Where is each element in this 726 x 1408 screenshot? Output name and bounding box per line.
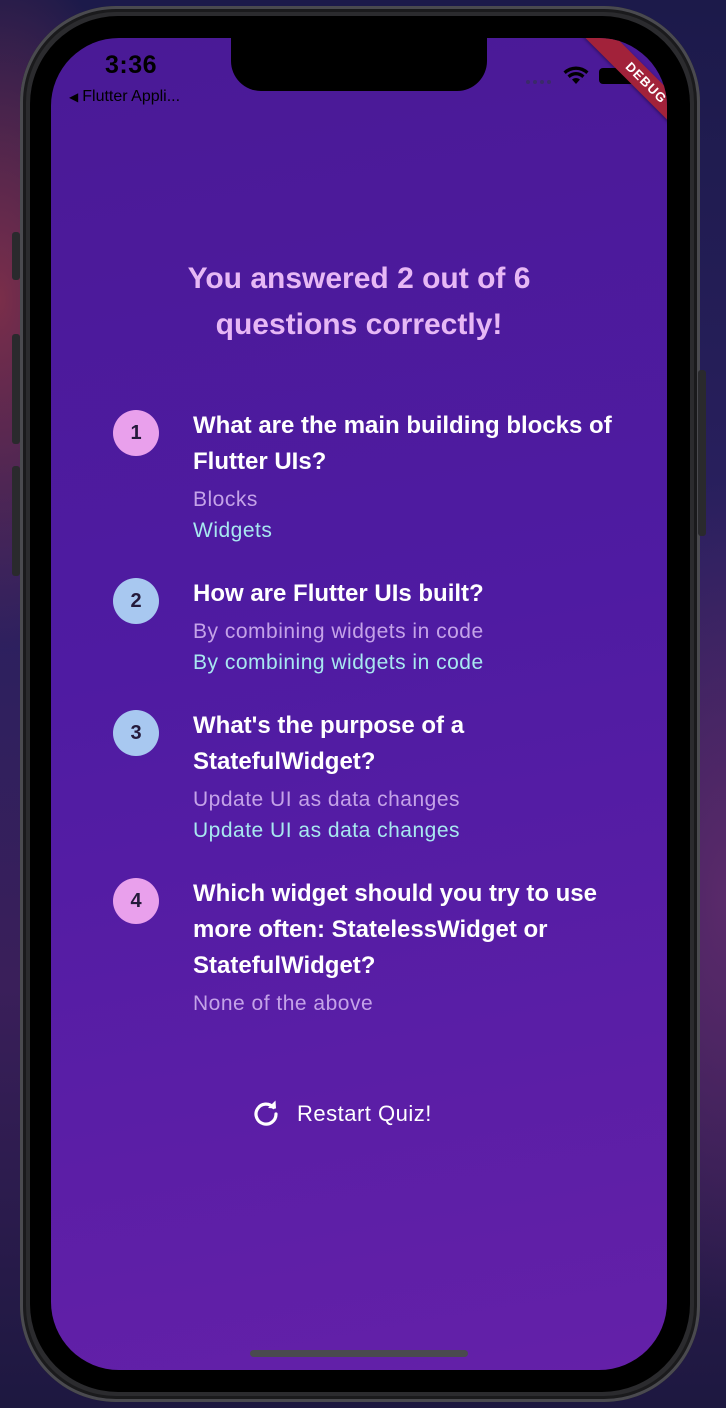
restart-quiz-button[interactable]: Restart Quiz! — [251, 1092, 432, 1136]
user-answer: Update UI as data changes — [193, 788, 461, 811]
action-button — [12, 232, 20, 280]
question-text: How are Flutter UIs built? — [193, 580, 484, 607]
user-answer: Blocks — [193, 488, 258, 511]
question-index-badge: 1 — [113, 410, 159, 456]
correct-answer: Widgets — [193, 519, 273, 542]
cellular-signal-icon — [526, 80, 551, 84]
summary-item: 1 What are the main building blocks of F… — [113, 408, 613, 546]
question-index-badge: 2 — [113, 578, 159, 624]
back-arrow-icon: ◀ — [69, 90, 79, 104]
result-title: You answered 2 out of 6 questions correc… — [187, 262, 531, 341]
refresh-icon — [254, 1100, 278, 1126]
correct-answer: By combining widgets in code — [193, 651, 484, 674]
notch — [231, 38, 487, 91]
back-to-app-link[interactable]: ◀ Flutter Appli... — [69, 88, 180, 106]
summary-item: 3 What's the purpose of a StatefulWidget… — [113, 708, 613, 846]
answers-summary-list: 1 What are the main building blocks of F… — [113, 408, 613, 1049]
user-answer: None of the above — [193, 992, 374, 1015]
status-time: 3:36 — [105, 51, 158, 79]
summary-item: 2 How are Flutter UIs built? By combinin… — [113, 576, 613, 678]
question-index-badge: 3 — [113, 710, 159, 756]
user-answer: By combining widgets in code — [193, 620, 484, 643]
correct-answer: Update UI as data changes — [193, 819, 461, 842]
restart-quiz-label: Restart Quiz! — [297, 1101, 432, 1126]
volume-up-button — [12, 334, 20, 444]
back-app-label: Flutter Appli... — [82, 88, 181, 105]
summary-item: 4 Which widget should you try to use mor… — [113, 876, 613, 1019]
app-screen: 3:36 ◀ Flutter Appli... DEBUG You answer… — [51, 38, 667, 1370]
volume-down-button — [12, 466, 20, 576]
question-text: What are the main building blocks of Flu… — [193, 412, 612, 475]
home-indicator[interactable] — [250, 1350, 468, 1357]
question-text: What's the purpose of a StatefulWidget? — [193, 712, 465, 775]
question-index-badge: 4 — [113, 878, 159, 924]
question-text: Which widget should you try to use more … — [193, 880, 598, 979]
power-button — [698, 370, 706, 536]
wifi-icon — [563, 66, 589, 84]
